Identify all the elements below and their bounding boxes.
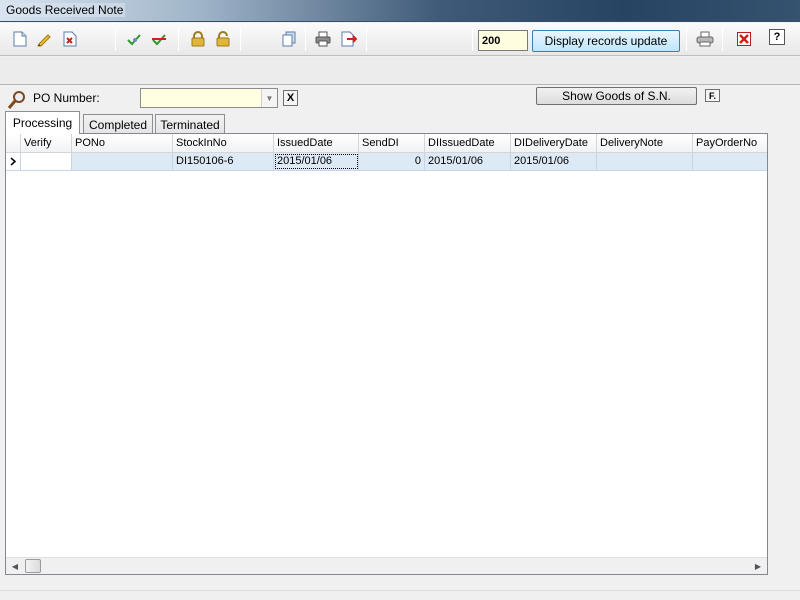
- column-header-pono[interactable]: PONo: [72, 134, 173, 153]
- new-document-icon[interactable]: [10, 29, 30, 49]
- grid-header: Verify PONo StockInNo IssuedDate SendDI …: [6, 134, 767, 153]
- records-grid[interactable]: Verify PONo StockInNo IssuedDate SendDI …: [5, 133, 768, 575]
- column-header-dideliverydate[interactable]: DIDeliveryDate: [511, 134, 597, 153]
- column-header-senddi[interactable]: SendDI: [359, 134, 425, 153]
- row-header-corner: [6, 134, 21, 153]
- po-number-combobox[interactable]: ▼: [140, 88, 278, 108]
- cell-stockinno[interactable]: DI150106-6: [173, 153, 274, 170]
- export-icon[interactable]: [339, 29, 359, 49]
- search-icon: [7, 90, 27, 110]
- unlock-icon[interactable]: [213, 29, 233, 49]
- help-label: ?: [769, 29, 785, 45]
- f-button[interactable]: F.: [705, 89, 720, 102]
- tab-processing[interactable]: Processing: [5, 111, 80, 134]
- approve-icon[interactable]: [124, 29, 144, 49]
- cell-deliverynote[interactable]: [597, 153, 693, 170]
- scroll-left-icon[interactable]: ◀: [8, 560, 22, 573]
- window-title: Goods Received Note: [4, 3, 126, 17]
- reject-icon[interactable]: [149, 29, 169, 49]
- close-icon[interactable]: [734, 29, 754, 49]
- lock-icon[interactable]: [188, 29, 208, 49]
- cell-verify[interactable]: [21, 153, 72, 170]
- column-header-issueddate[interactable]: IssuedDate: [274, 134, 359, 153]
- table-row[interactable]: DI150106-6 2015/01/06 0 2015/01/06 2015/…: [6, 153, 767, 171]
- clear-po-button[interactable]: X: [283, 90, 298, 106]
- chevron-down-icon[interactable]: ▼: [261, 89, 277, 107]
- main-toolbar: Display records update ?: [0, 23, 800, 56]
- print-icon[interactable]: [313, 29, 333, 49]
- print-preview-icon[interactable]: [695, 29, 715, 49]
- help-icon[interactable]: ?: [767, 27, 787, 47]
- cell-senddi[interactable]: 0: [359, 153, 425, 170]
- column-header-payorderno[interactable]: PayOrderNo: [693, 134, 767, 153]
- display-records-update-button[interactable]: Display records update: [532, 30, 680, 52]
- tab-terminated[interactable]: Terminated: [155, 114, 225, 134]
- window-titlebar[interactable]: Goods Received Note: [0, 0, 800, 22]
- cell-issueddate[interactable]: 2015/01/06: [274, 153, 359, 170]
- window-bottom-edge: [0, 590, 800, 600]
- delete-icon[interactable]: [60, 29, 80, 49]
- secondary-toolbar-band: [0, 57, 800, 85]
- po-number-label: PO Number:: [33, 91, 100, 105]
- horizontal-scrollbar[interactable]: ◀ ▶: [6, 557, 767, 574]
- cell-diissueddate[interactable]: 2015/01/06: [425, 153, 511, 170]
- cell-dideliverydate[interactable]: 2015/01/06: [511, 153, 597, 170]
- show-goods-sn-button[interactable]: Show Goods of S.N.: [536, 87, 697, 105]
- cell-payorderno[interactable]: [693, 153, 767, 170]
- copy-icon[interactable]: [279, 29, 299, 49]
- column-header-stockinno[interactable]: StockInNo: [173, 134, 274, 153]
- column-header-deliverynote[interactable]: DeliveryNote: [597, 134, 693, 153]
- scrollbar-thumb[interactable]: [25, 559, 41, 573]
- cell-pono[interactable]: [72, 153, 173, 170]
- scroll-right-icon[interactable]: ▶: [751, 560, 765, 573]
- column-header-diissueddate[interactable]: DIIssuedDate: [425, 134, 511, 153]
- edit-pencil-icon[interactable]: [34, 29, 54, 49]
- column-header-verify[interactable]: Verify: [21, 134, 72, 153]
- record-count-input[interactable]: [478, 30, 528, 51]
- tab-completed[interactable]: Completed: [83, 114, 153, 134]
- current-row-arrow-icon: [6, 153, 21, 170]
